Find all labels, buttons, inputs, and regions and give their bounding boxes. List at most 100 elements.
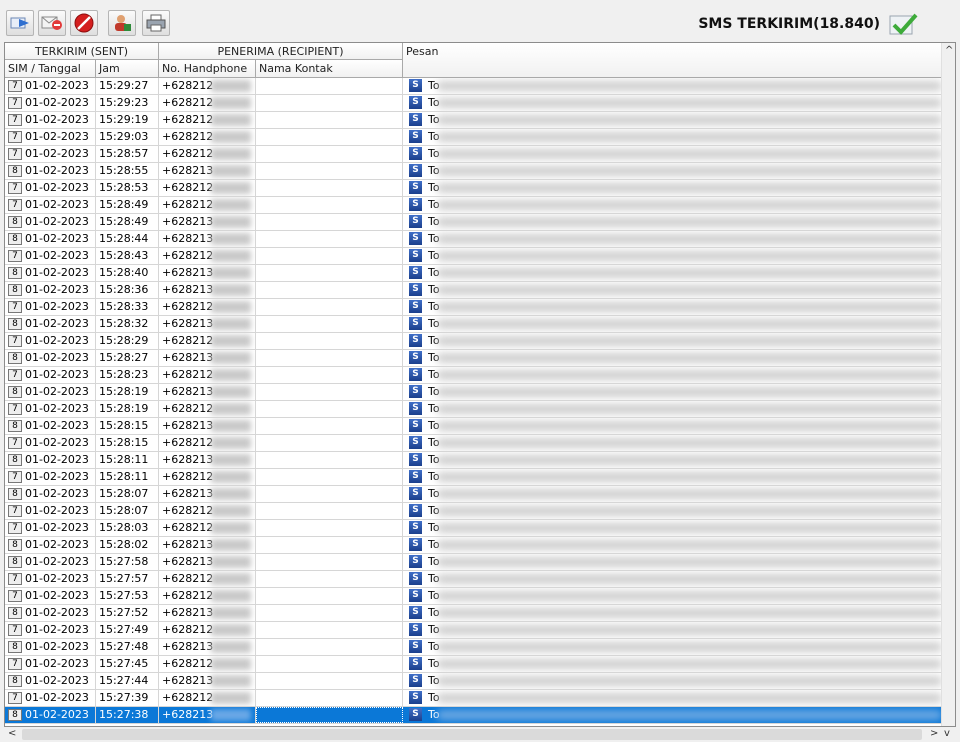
contact-column-header[interactable]: Nama Kontak xyxy=(256,60,403,78)
phone-redacted xyxy=(211,114,252,126)
phone-cell: +628213 xyxy=(159,707,256,723)
message-redacted xyxy=(437,404,942,414)
page-title: SMS TERKIRIM(18.840) xyxy=(698,16,880,32)
phone-redacted xyxy=(211,420,252,432)
table-row[interactable]: 8 01-02-2023 15:28:49 +628213 S To xyxy=(5,214,943,231)
sms-type-icon: S xyxy=(409,79,422,92)
sim-badge: 7 xyxy=(8,590,22,602)
table-row[interactable]: 8 01-02-2023 15:28:07 +628213 S To xyxy=(5,486,943,503)
table-row[interactable]: 7 01-02-2023 15:27:39 +628212 S To xyxy=(5,690,943,707)
horizontal-scrollbar[interactable]: < > v xyxy=(4,727,956,742)
contact-cell xyxy=(256,265,403,281)
phone-column-header[interactable]: No. Handphone xyxy=(159,60,256,78)
table-row[interactable]: 7 01-02-2023 15:28:43 +628212 S To xyxy=(5,248,943,265)
contact-cell xyxy=(256,707,403,723)
date-text: 01-02-2023 xyxy=(25,385,89,398)
sms-type-icon: S xyxy=(409,504,422,517)
phone-text: +628212 xyxy=(162,402,214,415)
table-row[interactable]: 8 01-02-2023 15:28:15 +628213 S To xyxy=(5,418,943,435)
table-row[interactable]: 8 01-02-2023 15:28:44 +628213 S To xyxy=(5,231,943,248)
table-row[interactable]: 8 01-02-2023 15:28:27 +628213 S To xyxy=(5,350,943,367)
table-row[interactable]: 8 01-02-2023 15:28:40 +628213 S To xyxy=(5,265,943,282)
print-icon xyxy=(146,14,166,32)
table-row[interactable]: 7 01-02-2023 15:28:07 +628212 S To xyxy=(5,503,943,520)
message-cell: S To xyxy=(403,78,943,94)
sms-grid[interactable]: TERKIRIM (SENT) PENERIMA (RECIPIENT) Pes… xyxy=(4,42,956,727)
contact-cell xyxy=(256,452,403,468)
horizontal-scroll-thumb[interactable] xyxy=(22,729,922,740)
sms-type-icon: S xyxy=(409,215,422,228)
table-row[interactable]: 7 01-02-2023 15:28:15 +628212 S To xyxy=(5,435,943,452)
table-row[interactable]: 8 01-02-2023 15:27:44 +628213 S To xyxy=(5,673,943,690)
stop-button[interactable] xyxy=(70,10,98,36)
contacts-button[interactable] xyxy=(108,10,136,36)
table-row[interactable]: 7 01-02-2023 15:29:19 +628212 S To xyxy=(5,112,943,129)
sim-date-cell: 7 01-02-2023 xyxy=(5,503,96,519)
message-redacted xyxy=(437,591,942,601)
scroll-left-icon[interactable]: < xyxy=(8,728,16,739)
message-cell: S To xyxy=(403,588,943,604)
vertical-scrollbar[interactable]: ^ xyxy=(941,43,955,726)
table-row[interactable]: 7 01-02-2023 15:28:23 +628212 S To xyxy=(5,367,943,384)
scroll-up-icon[interactable]: ^ xyxy=(945,45,953,56)
table-row[interactable]: 8 01-02-2023 15:28:02 +628213 S To xyxy=(5,537,943,554)
table-row[interactable]: 7 01-02-2023 15:28:29 +628212 S To xyxy=(5,333,943,350)
message-redacted xyxy=(437,506,942,516)
phone-cell: +628213 xyxy=(159,282,256,298)
sim-date-column-header[interactable]: SIM / Tanggal xyxy=(5,60,96,78)
contact-cell xyxy=(256,673,403,689)
table-row[interactable]: 7 01-02-2023 15:27:53 +628212 S To xyxy=(5,588,943,605)
contact-cell xyxy=(256,588,403,604)
table-row[interactable]: 7 01-02-2023 15:29:03 +628212 S To xyxy=(5,129,943,146)
phone-cell: +628213 xyxy=(159,554,256,570)
phone-text: +628212 xyxy=(162,436,214,449)
table-row[interactable]: 7 01-02-2023 15:29:27 +628212 S To xyxy=(5,78,943,95)
table-row[interactable]: 8 01-02-2023 15:27:58 +628213 S To xyxy=(5,554,943,571)
phone-redacted xyxy=(211,80,252,92)
message-redacted xyxy=(437,319,942,329)
table-row[interactable]: 8 01-02-2023 15:27:38 +628213 S To xyxy=(5,707,943,724)
scroll-down-icon[interactable]: v xyxy=(944,728,950,739)
table-row[interactable]: 8 01-02-2023 15:28:36 +628213 S To xyxy=(5,282,943,299)
table-row[interactable]: 7 01-02-2023 15:27:49 +628212 S To xyxy=(5,622,943,639)
phone-text: +628213 xyxy=(162,266,214,279)
table-row[interactable]: 7 01-02-2023 15:28:11 +628212 S To xyxy=(5,469,943,486)
message-redacted xyxy=(437,455,942,465)
table-row[interactable]: 8 01-02-2023 15:28:11 +628213 S To xyxy=(5,452,943,469)
sms-type-icon: S xyxy=(409,589,422,602)
table-row[interactable]: 8 01-02-2023 15:28:19 +628213 S To xyxy=(5,384,943,401)
date-text: 01-02-2023 xyxy=(25,249,89,262)
table-row[interactable]: 8 01-02-2023 15:27:52 +628213 S To xyxy=(5,605,943,622)
time-column-header[interactable]: Jam xyxy=(96,60,159,78)
table-row[interactable]: 8 01-02-2023 15:28:55 +628213 S To xyxy=(5,163,943,180)
phone-redacted xyxy=(211,233,252,245)
message-cell: S To xyxy=(403,673,943,689)
contact-cell xyxy=(256,248,403,264)
table-row[interactable]: 7 01-02-2023 15:29:23 +628212 S To xyxy=(5,95,943,112)
time-cell: 15:28:03 xyxy=(96,520,159,536)
scroll-right-icon[interactable]: > xyxy=(930,728,938,739)
table-row[interactable]: 7 01-02-2023 15:27:45 +628212 S To xyxy=(5,656,943,673)
table-row[interactable]: 7 01-02-2023 15:27:57 +628212 S To xyxy=(5,571,943,588)
message-column-header[interactable]: Pesan xyxy=(403,43,943,78)
sms-type-icon: S xyxy=(409,232,422,245)
print-button[interactable] xyxy=(142,10,170,36)
phone-text: +628212 xyxy=(162,79,214,92)
contact-cell xyxy=(256,520,403,536)
forward-button[interactable] xyxy=(6,10,34,36)
delete-mail-button[interactable] xyxy=(38,10,66,36)
table-row[interactable]: 7 01-02-2023 15:28:57 +628212 S To xyxy=(5,146,943,163)
table-row[interactable]: 7 01-02-2023 15:28:03 +628212 S To xyxy=(5,520,943,537)
table-row[interactable]: 8 01-02-2023 15:27:48 +628213 S To xyxy=(5,639,943,656)
table-row[interactable]: 7 01-02-2023 15:28:19 +628212 S To xyxy=(5,401,943,418)
table-row[interactable]: 7 01-02-2023 15:28:33 +628212 S To xyxy=(5,299,943,316)
phone-redacted xyxy=(211,199,252,211)
phone-redacted xyxy=(211,369,252,381)
table-row[interactable]: 8 01-02-2023 15:28:32 +628213 S To xyxy=(5,316,943,333)
table-row[interactable]: 7 01-02-2023 15:28:53 +628212 S To xyxy=(5,180,943,197)
phone-redacted xyxy=(211,148,252,160)
table-row[interactable]: 7 01-02-2023 15:28:49 +628212 S To xyxy=(5,197,943,214)
date-text: 01-02-2023 xyxy=(25,504,89,517)
date-text: 01-02-2023 xyxy=(25,708,89,721)
contact-cell xyxy=(256,78,403,94)
